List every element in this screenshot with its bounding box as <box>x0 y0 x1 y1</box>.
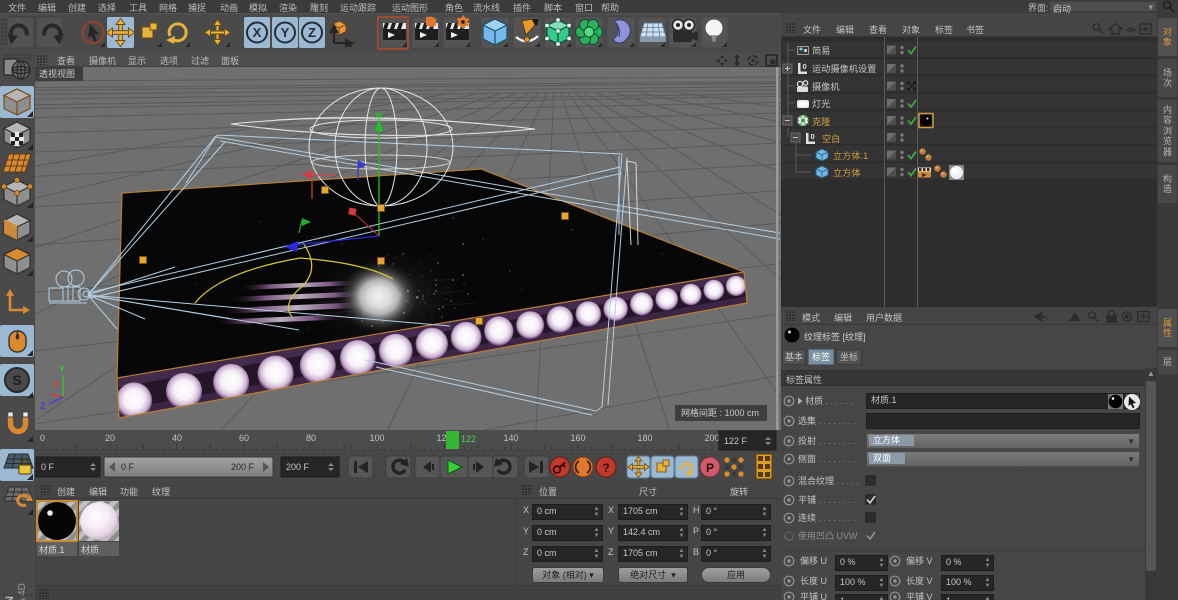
svg-text:Z: Z <box>40 401 46 411</box>
svg-text:0: 0 <box>811 132 815 141</box>
svg-text:投射 . . . . . . . .: 投射 . . . . . . . . <box>798 435 856 446</box>
svg-text:平铺 U: 平铺 U <box>800 591 827 600</box>
svg-text:0 F: 0 F <box>41 462 55 472</box>
svg-text:122 F: 122 F <box>724 436 748 446</box>
svg-text:140: 140 <box>503 433 518 443</box>
svg-text:0 F: 0 F <box>121 462 135 472</box>
svg-text:200: 200 <box>704 433 719 443</box>
svg-text:100: 100 <box>369 433 384 443</box>
svg-text:克隆: 克隆 <box>812 116 830 127</box>
svg-text:0: 0 <box>40 433 45 443</box>
svg-text:侧面 . . . . . . . .: 侧面 . . . . . . . . <box>798 453 856 464</box>
svg-text:P: P <box>706 461 714 475</box>
svg-text:?: ? <box>602 461 609 475</box>
svg-text:60: 60 <box>239 433 249 443</box>
svg-text:MAXON: MAXON <box>4 596 16 600</box>
svg-text:CINEMA 4D: CINEMA 4D <box>17 583 28 600</box>
svg-text:平铺 V: 平铺 V <box>906 591 933 600</box>
svg-text:偏移 U: 偏移 U <box>800 555 827 566</box>
svg-text:连续 . . . . . . . .: 连续 . . . . . . . . <box>798 512 856 523</box>
svg-text:200 F: 200 F <box>231 462 255 472</box>
svg-text:偏移 V: 偏移 V <box>906 555 933 566</box>
svg-text:0: 0 <box>803 62 807 71</box>
svg-text:180: 180 <box>637 433 652 443</box>
svg-text:200 F: 200 F <box>286 462 310 472</box>
svg-text:网格间距 : 1000 cm: 网格间距 : 1000 cm <box>681 407 759 418</box>
svg-text:平铺 . . . . . . . .: 平铺 . . . . . . . . <box>798 494 856 505</box>
svg-text:运动摄像机设置: 运动摄像机设置 <box>812 63 876 74</box>
svg-text:80: 80 <box>306 433 316 443</box>
svg-text:40: 40 <box>172 433 182 443</box>
svg-text:摄像机: 摄像机 <box>812 81 840 92</box>
svg-text:混合纹理 . . . . .: 混合纹理 . . . . . <box>798 475 859 486</box>
svg-text:Y: Y <box>281 25 290 40</box>
svg-text:S: S <box>12 372 21 388</box>
svg-text:20: 20 <box>105 433 115 443</box>
svg-text:长度 U: 长度 U <box>800 575 827 586</box>
svg-text:空白: 空白 <box>822 133 840 144</box>
svg-text:简易: 简易 <box>812 45 830 56</box>
svg-text:透视视图: 透视视图 <box>39 68 75 79</box>
svg-text:X: X <box>253 25 262 40</box>
svg-text:选集 . . . . . . . .: 选集 . . . . . . . . <box>798 415 856 426</box>
svg-text:122: 122 <box>461 434 476 444</box>
svg-text:长度 V: 长度 V <box>906 575 933 586</box>
svg-text:立方体.1: 立方体.1 <box>833 150 868 161</box>
svg-text:使用凹凸 UVW: 使用凹凸 UVW <box>798 530 858 541</box>
svg-text:材质 . . . . . .: 材质 . . . . . . <box>805 395 853 406</box>
svg-text:Y: Y <box>59 364 65 374</box>
svg-text:X: X <box>53 379 59 389</box>
svg-text:160: 160 <box>570 433 585 443</box>
svg-text:Z: Z <box>308 25 316 40</box>
svg-text:灯光: 灯光 <box>812 98 830 109</box>
svg-text:立方体: 立方体 <box>833 167 861 178</box>
